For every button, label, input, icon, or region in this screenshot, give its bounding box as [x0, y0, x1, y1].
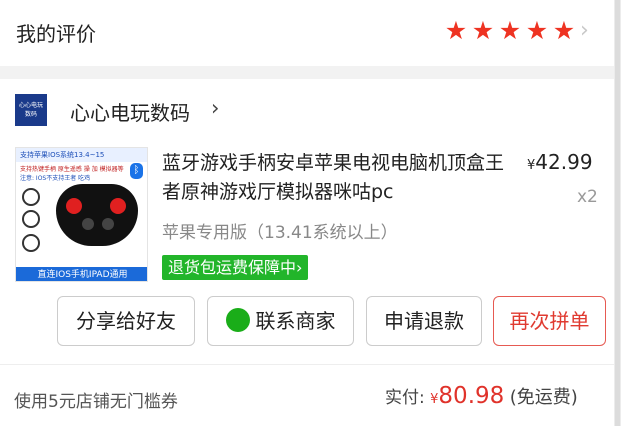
product-quantity: x2: [577, 187, 598, 207]
store-link[interactable]: 心心电玩 数码 心心电玩数码 ›: [0, 79, 614, 139]
my-rating-bar[interactable]: 我的评价 ★ ★ ★ ★ ★ ›: [0, 0, 614, 66]
thumbnail-bottom-banner: 直连IOS手机IPAD通用: [16, 267, 147, 281]
paid-amount: 80.98: [438, 383, 505, 409]
divider: [0, 364, 614, 365]
coupon-text: 使用5元店铺无门槛券: [14, 392, 178, 412]
product-spec: 苹果专用版（13.41系统以上）: [162, 223, 398, 243]
buy-again-button[interactable]: 再次拼单: [493, 296, 606, 346]
share-button[interactable]: 分享给好友: [57, 296, 195, 346]
contact-seller-button[interactable]: 联系商家: [207, 294, 354, 346]
paid-label: 实付:: [385, 388, 425, 408]
paid-total: 实付: ¥80.98 (免运费): [385, 383, 578, 409]
thumbnail-note-text: 注意: IOS不支持王者 吃鸡: [20, 175, 91, 182]
contact-seller-label: 联系商家: [255, 309, 336, 333]
star-icon: ★: [525, 16, 549, 45]
bluetooth-icon: ᛒ: [130, 163, 143, 179]
thumb-cap-icon: [22, 210, 40, 228]
chat-bubble-icon: [225, 294, 250, 332]
chevron-right-icon: ›: [580, 18, 589, 43]
gamepad-icon: [56, 184, 138, 246]
scrollbar-thumb[interactable]: [615, 0, 620, 426]
free-shipping-note: (免运费): [509, 387, 578, 408]
cable-icon: [22, 234, 40, 252]
thumbnail-top-banner: 支持苹果IOS系统13.4~15: [16, 148, 147, 162]
my-rating-title: 我的评价: [16, 22, 96, 46]
star-icon: ★: [552, 16, 576, 45]
scrollbar[interactable]: [614, 0, 621, 426]
product-price: ¥42.99: [527, 150, 593, 174]
star-icon: ★: [471, 16, 495, 45]
store-name: 心心电玩数码: [70, 101, 190, 125]
chevron-right-icon: ›: [211, 96, 220, 120]
rating-stars: ★ ★ ★ ★ ★: [444, 16, 576, 45]
thumbnail-feature-text: 支持热键手柄 原生遥感 操 加 模拟器等: [20, 166, 124, 173]
store-logo: 心心电玩 数码: [15, 94, 47, 126]
phone-clip-icon: [22, 188, 40, 206]
section-separator: [0, 66, 614, 79]
product-title[interactable]: 蓝牙游戏手柄安卓苹果电视电脑机顶盒王者原神游戏厅模拟器咪咕pc: [162, 149, 518, 207]
refund-button[interactable]: 申请退款: [366, 296, 482, 346]
product-thumbnail[interactable]: 支持苹果IOS系统13.4~15 支持热键手柄 原生遥感 操 加 模拟器等 注意…: [15, 147, 148, 282]
star-icon: ★: [444, 16, 468, 45]
price-value: 42.99: [535, 150, 593, 174]
star-icon: ★: [498, 16, 522, 45]
return-shipping-badge[interactable]: 退货包运费保障中›: [162, 255, 309, 280]
